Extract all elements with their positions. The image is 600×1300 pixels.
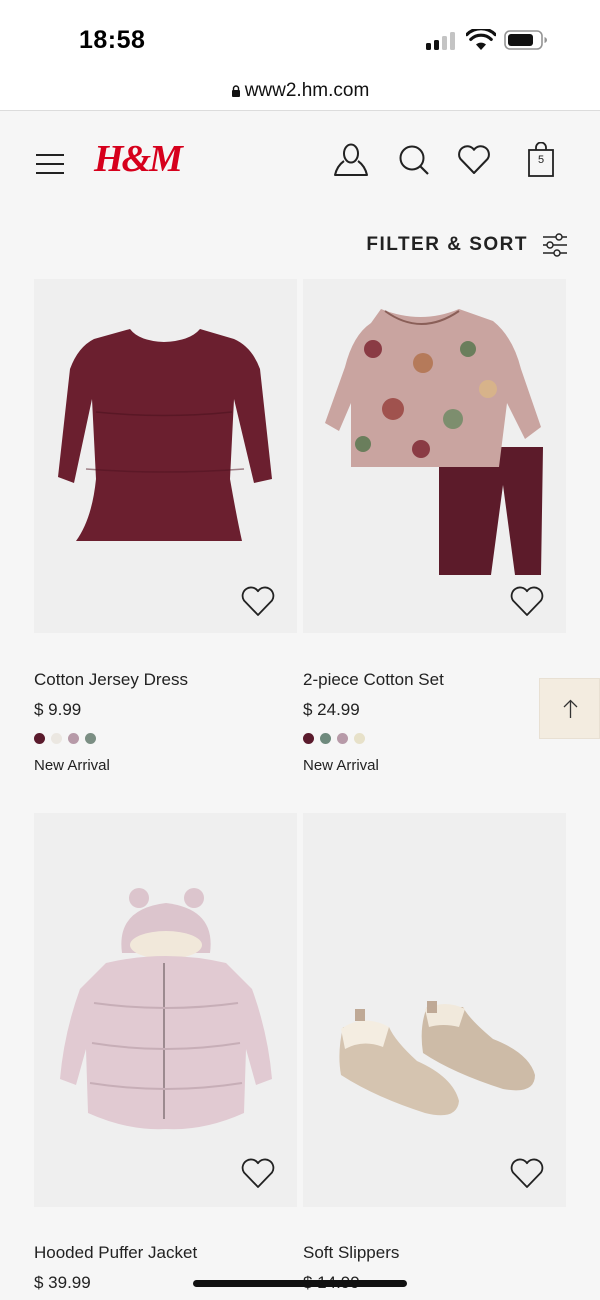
color-swatches — [34, 733, 96, 744]
product-price: $ 39.99 — [34, 1273, 91, 1292]
product-image-slippers[interactable] — [303, 813, 566, 1207]
swatch[interactable] — [337, 733, 348, 744]
product-card[interactable]: Soft Slippers $ 14.99 — [303, 813, 566, 1293]
filter-sort-label: FILTER & SORT — [366, 234, 528, 255]
favorite-heart-icon[interactable] — [509, 584, 545, 618]
wifi-icon — [466, 29, 496, 50]
menu-icon[interactable] — [36, 154, 64, 174]
product-card[interactable]: 2-piece Cotton Set $ 24.99 New Arrival — [303, 279, 566, 779]
swatch[interactable] — [68, 733, 79, 744]
product-name[interactable]: Soft Slippers — [303, 1243, 399, 1263]
swatch[interactable] — [303, 733, 314, 744]
new-arrival-badge: New Arrival — [303, 757, 379, 774]
browser-top: 18:58 www2.hm.com — [0, 0, 600, 111]
product-card[interactable]: Hooded Puffer Jacket $ 39.99 — [34, 813, 297, 1293]
favorite-heart-icon[interactable] — [240, 1156, 276, 1190]
favorites-icon[interactable] — [456, 142, 492, 178]
product-name[interactable]: Cotton Jersey Dress — [34, 670, 188, 690]
filter-sort-button[interactable]: FILTER & SORT — [366, 230, 568, 260]
swatch[interactable] — [34, 733, 45, 744]
battery-icon — [504, 30, 547, 50]
product-image-set[interactable] — [303, 279, 566, 633]
sliders-icon — [543, 233, 567, 257]
search-icon[interactable] — [396, 142, 432, 178]
home-indicator[interactable] — [193, 1280, 407, 1287]
product-name[interactable]: 2-piece Cotton Set — [303, 670, 444, 690]
product-card[interactable]: Cotton Jersey Dress $ 9.99 New Arrival — [34, 279, 297, 779]
swatch[interactable] — [354, 733, 365, 744]
new-arrival-badge: New Arrival — [34, 757, 110, 774]
arrow-up-icon — [563, 699, 578, 718]
color-swatches — [303, 733, 365, 744]
favorite-heart-icon[interactable] — [240, 584, 276, 618]
bag-count-badge: 5 — [537, 154, 545, 166]
shopping-bag-button[interactable]: 5 — [523, 142, 559, 178]
swatch[interactable] — [320, 733, 331, 744]
product-name[interactable]: Hooded Puffer Jacket — [34, 1243, 197, 1263]
swatch[interactable] — [85, 733, 96, 744]
status-time: 18:58 — [79, 26, 146, 54]
cellular-signal-icon — [426, 32, 458, 50]
url-text: www2.hm.com — [244, 80, 370, 101]
scroll-to-top-button[interactable] — [539, 678, 600, 739]
lock-icon — [231, 85, 240, 97]
site-header: H&M 5 — [0, 112, 600, 212]
swatch[interactable] — [51, 733, 62, 744]
favorite-heart-icon[interactable] — [509, 1156, 545, 1190]
address-bar[interactable]: www2.hm.com — [0, 80, 600, 102]
product-price: $ 9.99 — [34, 700, 82, 719]
hm-logo[interactable]: H&M — [94, 134, 183, 184]
product-price: $ 24.99 — [303, 700, 360, 719]
account-icon[interactable] — [333, 142, 369, 178]
product-image-jacket[interactable] — [34, 813, 297, 1207]
product-image-dress[interactable] — [34, 279, 297, 633]
